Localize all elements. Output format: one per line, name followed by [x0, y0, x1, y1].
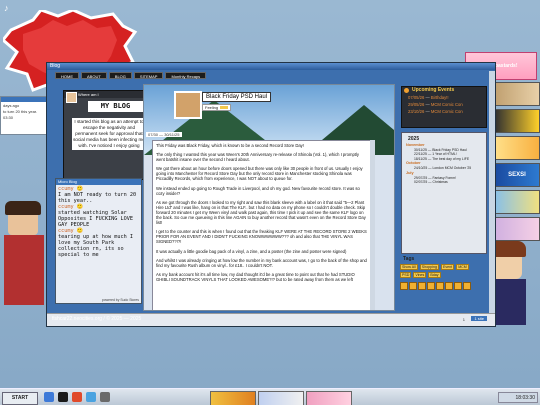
page-label[interactable]: 1 site — [471, 316, 487, 321]
app-icon[interactable] — [72, 392, 82, 402]
tag-icon[interactable] — [436, 282, 444, 290]
desktop: ♪ days ago to turn 20 this year. 03:30 Y… — [0, 0, 540, 405]
tag-event[interactable]: Event — [440, 264, 455, 270]
banner-image[interactable] — [494, 190, 540, 214]
app-icon[interactable] — [100, 392, 110, 402]
small-window-time: 03:30 — [3, 115, 14, 120]
events-heading: Upcoming Events — [402, 87, 486, 94]
post-scrollbar[interactable] — [370, 140, 375, 310]
taskbar-banner[interactable] — [210, 391, 256, 405]
about-text: I started this blog as an attempt to esc… — [72, 118, 146, 150]
character-left — [0, 201, 45, 305]
upcoming-events: Upcoming Events 07/05/26 — Birthday!! 29… — [401, 86, 487, 128]
banner-column: SEXSI — [494, 82, 540, 244]
tag-mcm[interactable]: MCM — [456, 264, 469, 270]
tag-icon[interactable] — [400, 282, 408, 290]
micro-blog: Micro Blog ccumy 🙂 I am NOT ready to turn… — [55, 178, 142, 304]
post-body: This Friday was Black Friday, which is k… — [152, 140, 372, 310]
small-window-titlebar[interactable] — [1, 97, 47, 102]
window-scrollbar[interactable] — [489, 71, 495, 314]
nav-home[interactable]: HOME — [55, 72, 79, 79]
banner-sexsi[interactable]: SEXSI — [494, 163, 540, 187]
banner-image[interactable] — [494, 109, 540, 133]
post-title: Black Friday PSD Haul — [202, 92, 272, 102]
taskbar: START 18:03:30 — [0, 388, 540, 405]
page-count: 1 — [462, 317, 465, 322]
nav-blog[interactable]: BLOG — [108, 72, 132, 79]
micro-blog-footer[interactable]: powered by Sudo Stores — [102, 298, 139, 302]
nav-monthly-recaps[interactable]: Monthly Recaps — [165, 72, 207, 79]
tag-icon[interactable] — [445, 282, 453, 290]
blog-window[interactable]: Blog HOME ABOUT BLOG SITEMAP Monthly Rec… — [46, 62, 496, 327]
tag-icon[interactable] — [418, 282, 426, 290]
archive: 2025 November 30/11/25 — Black Friday PS… — [401, 132, 487, 254]
micro-post: ccumy 🙂 tearing up at how much I love my … — [58, 228, 133, 258]
banner-image[interactable] — [494, 82, 540, 106]
archive-year[interactable]: 2025 — [402, 133, 486, 143]
banner-image[interactable] — [494, 217, 540, 241]
app-icon[interactable] — [58, 392, 68, 402]
tag-icon[interactable] — [409, 282, 417, 290]
banner-image[interactable] — [494, 136, 540, 160]
event-item: 29/05/26 — MCM Comic Con — [408, 102, 463, 107]
taskbar-banner[interactable] — [258, 391, 304, 405]
start-button[interactable]: START — [2, 392, 38, 405]
site-footer-link[interactable]: fishcar22.neocities.org / © 2025 — 2025 — [52, 316, 141, 322]
about-box: Where am I MY BLOG I started this blog a… — [63, 90, 151, 180]
tag-icon[interactable] — [427, 282, 435, 290]
tag-bday[interactable]: Bday — [428, 272, 441, 278]
app-icon[interactable] — [86, 392, 96, 402]
nav-menu: HOME ABOUT BLOG SITEMAP Monthly Recaps — [55, 72, 207, 79]
window-titlebar[interactable]: Blog — [47, 63, 495, 70]
event-item: 07/05/26 — Birthday!! — [408, 95, 449, 100]
tags: Tags Show All Shopping Event MCM PSD Vin… — [397, 256, 485, 301]
small-window[interactable]: days ago to turn 20 this year. 03:30 — [0, 96, 48, 135]
tag-icon[interactable] — [463, 282, 471, 290]
avatar — [66, 92, 77, 103]
taskbar-icons — [44, 392, 110, 402]
post-avatar — [174, 91, 202, 119]
taskbar-banners — [210, 391, 352, 405]
bluesky-icon[interactable] — [44, 392, 54, 402]
small-window-line: days ago — [3, 103, 20, 108]
taskbar-banner[interactable] — [306, 391, 352, 405]
archive-item[interactable]: 02/07/25 — Christmas — [402, 180, 486, 184]
tag-icon[interactable] — [454, 282, 462, 290]
nav-about[interactable]: ABOUT — [81, 72, 107, 79]
clock[interactable]: 18:03:30 — [498, 392, 538, 403]
micro-post: ccumy 🙂 started watching Solar Opposites … — [58, 204, 133, 228]
post-date: 07/30 — 30/11/25 — [146, 132, 182, 137]
blog-title: MY BLOG — [88, 101, 143, 112]
tag-icon-row — [397, 280, 485, 292]
tag-show-all[interactable]: Show All — [400, 264, 418, 270]
calendar-icon — [404, 88, 409, 93]
tag-psd[interactable]: PSD — [400, 272, 412, 278]
blog-post: Black Friday PSD Haul Feeling 07/30 — 30… — [143, 84, 395, 311]
right-sidebar: Upcoming Events 07/05/26 — Birthday!! 29… — [397, 84, 487, 309]
nav-sitemap[interactable]: SITEMAP — [133, 72, 164, 79]
tag-shopping[interactable]: Shopping — [419, 264, 439, 270]
post-mood: Feeling — [202, 104, 232, 111]
tag-vines[interactable]: Vines — [413, 272, 427, 278]
event-item: 23/10/26 — MCM Comic Con — [408, 109, 463, 114]
small-window-line: to turn 20 this year. — [3, 109, 38, 114]
micro-post: ccumy 🙂 I am NOT ready to turn 20 this ye… — [58, 186, 137, 204]
